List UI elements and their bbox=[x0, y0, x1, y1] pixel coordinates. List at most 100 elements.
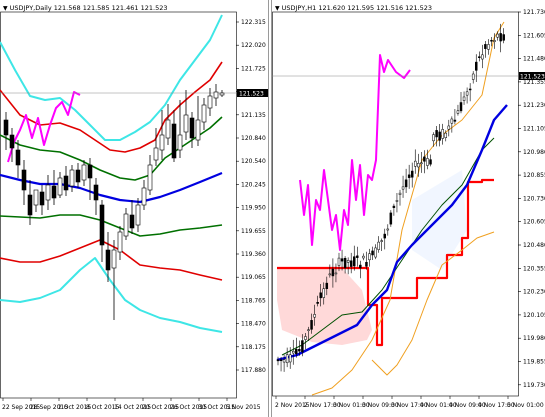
bearish-candle bbox=[298, 349, 301, 352]
upper-band-2sigma bbox=[0, 61, 223, 153]
y-tick-label: 121.105 bbox=[523, 126, 545, 133]
y-tick-label: 118.765 bbox=[241, 297, 266, 304]
y-tick-label: 120.245 bbox=[241, 181, 266, 188]
bullish-candle bbox=[117, 231, 123, 253]
lower-band-3sigma bbox=[0, 257, 223, 333]
bearish-candle bbox=[87, 164, 93, 179]
bearish-candle bbox=[340, 258, 344, 262]
bearish-candle bbox=[468, 88, 472, 91]
bullish-candle bbox=[183, 114, 189, 133]
bullish-candle bbox=[395, 200, 399, 202]
lagging-span bbox=[299, 54, 411, 251]
ichimoku-cloud bbox=[277, 268, 372, 345]
bearish-candle bbox=[404, 179, 408, 188]
bullish-candle bbox=[493, 40, 496, 42]
bullish-candle bbox=[165, 119, 171, 139]
bearish-candle bbox=[423, 156, 426, 162]
bullish-candle bbox=[450, 118, 454, 124]
price-badge-label: 121.523 bbox=[239, 91, 264, 98]
bullish-candle bbox=[285, 354, 289, 364]
bearish-candle bbox=[359, 264, 362, 269]
y-tick-label: 119.360 bbox=[241, 251, 266, 258]
y-tick-label: 120.840 bbox=[241, 135, 266, 142]
bullish-candle bbox=[147, 164, 153, 191]
bullish-candle bbox=[417, 163, 420, 168]
bullish-candle bbox=[426, 158, 429, 166]
y-tick-label: 120.855 bbox=[523, 172, 545, 179]
bearish-candle bbox=[429, 159, 432, 165]
bearish-candle bbox=[435, 130, 438, 138]
daily-chart-canvas: 122.315122.020121.725121.430121.135120.8… bbox=[0, 11, 268, 411]
bearish-candle bbox=[475, 61, 478, 71]
x-tick-label: 5 Nov 01:00 bbox=[507, 402, 544, 409]
bullish-candle bbox=[195, 119, 201, 141]
bullish-candle bbox=[153, 147, 159, 161]
bearish-candle bbox=[459, 102, 463, 112]
y-tick-label: 119.655 bbox=[241, 228, 266, 235]
bullish-candle bbox=[313, 314, 316, 318]
bullish-candle bbox=[481, 54, 484, 60]
bearish-candle bbox=[407, 174, 411, 178]
y-tick-label: 117.880 bbox=[241, 367, 266, 374]
bullish-candle bbox=[292, 351, 295, 354]
bullish-candle bbox=[471, 73, 475, 80]
bearish-candle bbox=[301, 340, 304, 353]
bullish-candle bbox=[307, 329, 310, 331]
bullish-candle bbox=[334, 272, 338, 275]
y-tick-label: 121.725 bbox=[241, 65, 266, 72]
bullish-candle bbox=[362, 255, 365, 259]
bullish-candle bbox=[201, 104, 207, 123]
bullish-candle bbox=[45, 184, 51, 201]
bullish-candle bbox=[432, 134, 435, 142]
bearish-candle bbox=[171, 123, 177, 159]
bearish-candle bbox=[331, 268, 335, 277]
bearish-candle bbox=[325, 282, 329, 289]
bearish-candle bbox=[371, 250, 374, 256]
bullish-candle bbox=[177, 134, 183, 151]
x-tick-label: 5 Nov 2015 bbox=[226, 404, 261, 411]
bullish-candle bbox=[33, 189, 39, 206]
upper-band-1sigma bbox=[0, 116, 223, 181]
y-tick-label: 121.605 bbox=[523, 32, 545, 39]
h1-chart-panel[interactable]: ▼ USDJPY,H1 121.620 121.595 121.516 121.5… bbox=[271, 0, 545, 417]
y-tick-label: 122.315 bbox=[241, 19, 266, 26]
bullish-candle bbox=[380, 240, 383, 242]
bearish-candle bbox=[276, 359, 280, 362]
bearish-candle bbox=[502, 34, 505, 41]
y-tick-label: 119.950 bbox=[241, 205, 266, 212]
bearish-candle bbox=[189, 117, 195, 139]
bullish-candle bbox=[207, 95, 213, 109]
y-tick-label: 120.105 bbox=[523, 312, 545, 319]
bullish-candle bbox=[123, 213, 129, 237]
bullish-candle bbox=[219, 92, 225, 96]
bullish-candle bbox=[282, 359, 286, 363]
bearish-candle bbox=[478, 56, 481, 58]
bullish-candle bbox=[159, 134, 165, 151]
bullish-candle bbox=[496, 33, 499, 38]
y-tick-label: 120.230 bbox=[523, 289, 545, 296]
middle-moving-average bbox=[0, 171, 223, 204]
bullish-candle bbox=[69, 169, 75, 187]
bearish-candle bbox=[279, 359, 283, 362]
bullish-candle bbox=[81, 164, 87, 181]
lower-band-1sigma bbox=[0, 214, 223, 237]
bullish-candle bbox=[487, 44, 490, 50]
bullish-candle bbox=[111, 249, 117, 269]
bullish-candle bbox=[462, 96, 466, 101]
price-badge-label: 121.523 bbox=[520, 74, 545, 81]
bearish-candle bbox=[319, 292, 322, 299]
bullish-candle bbox=[414, 160, 417, 167]
bullish-candle bbox=[368, 253, 371, 261]
bullish-candle bbox=[465, 91, 469, 96]
y-tick-label: 118.175 bbox=[241, 344, 266, 351]
y-tick-label: 120.480 bbox=[523, 242, 545, 249]
y-tick-label: 121.730 bbox=[523, 9, 545, 16]
y-tick-label: 119.730 bbox=[523, 382, 545, 389]
bearish-candle bbox=[105, 249, 111, 271]
y-tick-label: 119.065 bbox=[241, 274, 266, 281]
bearish-candle bbox=[63, 175, 69, 191]
bullish-candle bbox=[328, 273, 332, 276]
daily-chart-panel[interactable]: ▼ USDJPY,Daily 121.568 121.585 121.461 12… bbox=[0, 0, 269, 417]
bearish-candle bbox=[310, 320, 313, 330]
bullish-candle bbox=[401, 186, 405, 190]
